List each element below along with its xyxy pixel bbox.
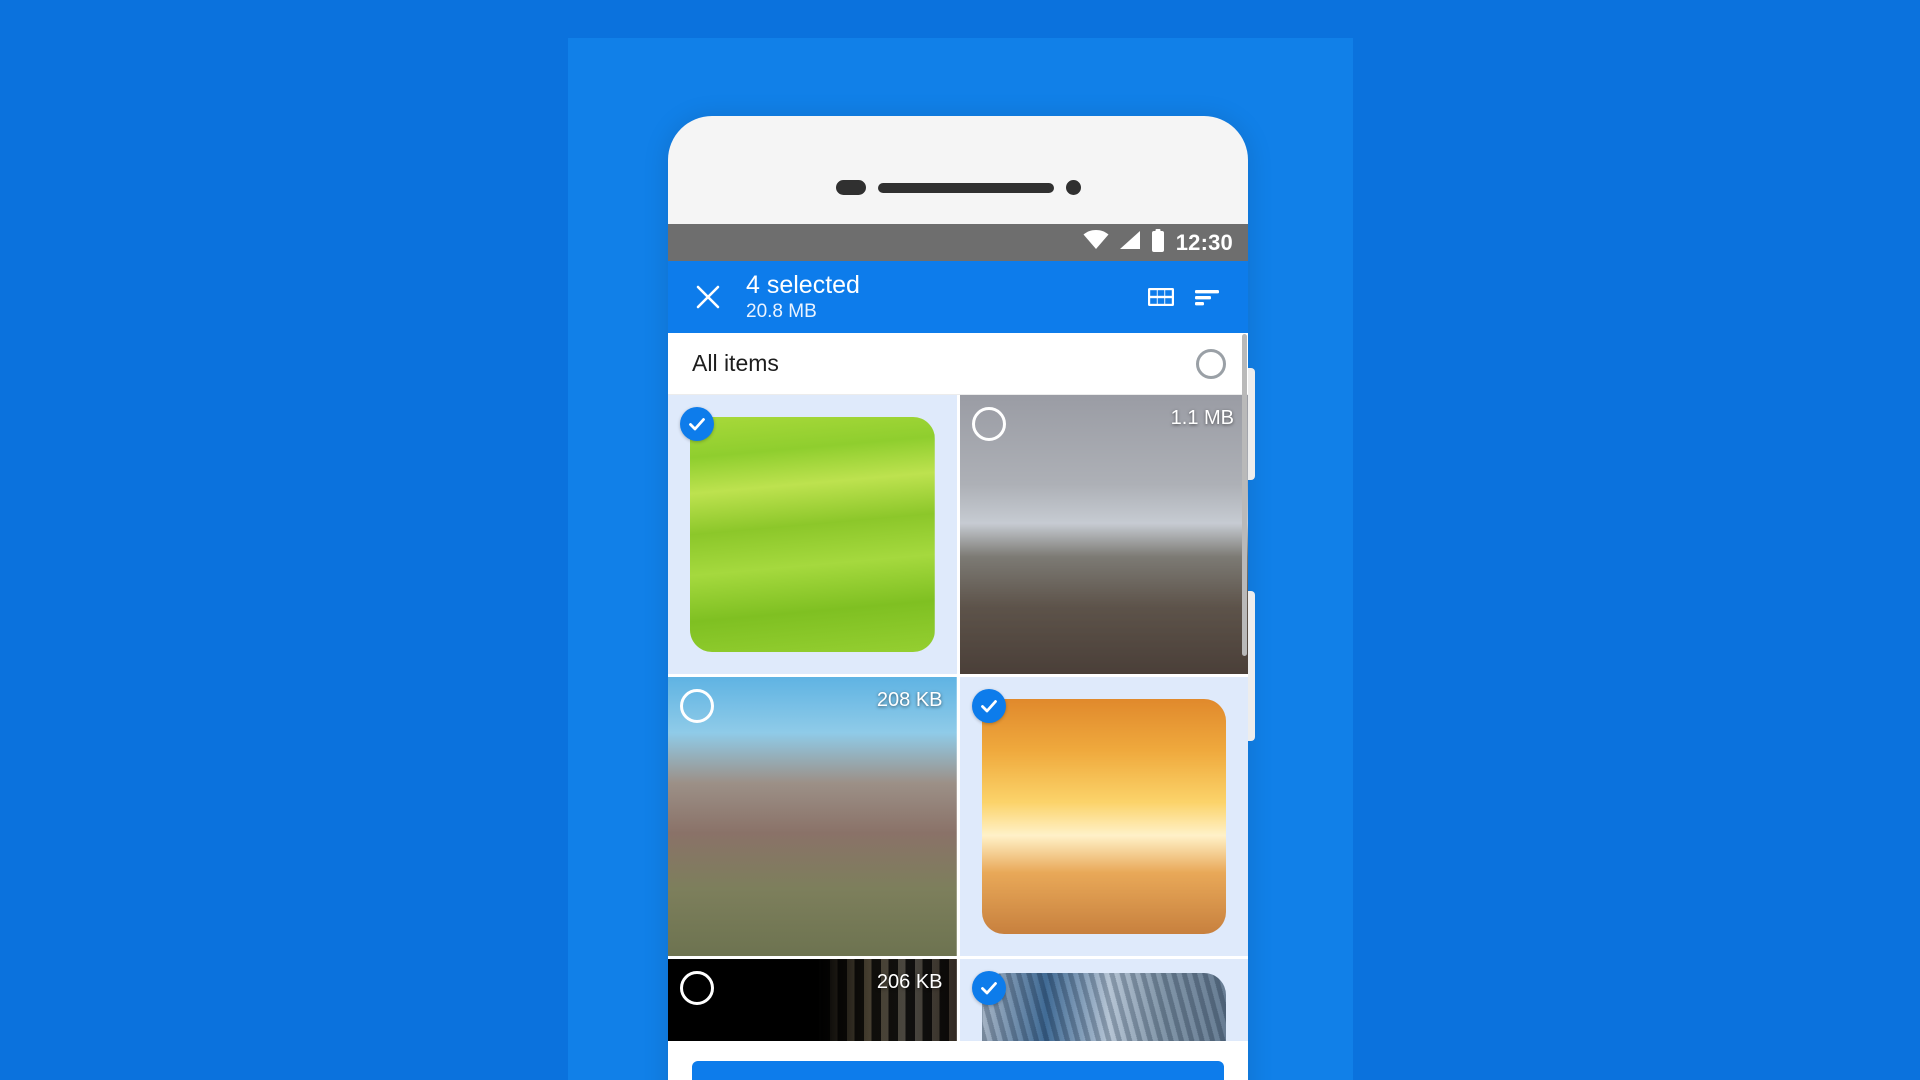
thumbnail-image <box>668 677 957 956</box>
speaker-pill-icon <box>835 180 866 195</box>
photo-tile-sunset-surfer[interactable] <box>959 677 1248 956</box>
thumbnail-image <box>981 699 1226 934</box>
selected-check-badge[interactable] <box>971 689 1006 723</box>
status-bar-clock: 12:30 <box>1175 229 1233 255</box>
select-all-checkbox[interactable] <box>1196 348 1226 379</box>
battery-full-icon <box>1151 228 1165 257</box>
unselected-circle-badge[interactable] <box>680 689 714 723</box>
unselected-circle-badge[interactable] <box>971 407 1006 441</box>
photo-tile-mountain-valley[interactable]: 208 KB <box>668 677 957 956</box>
photo-grid: 1.1 MB 208 KB 206 KB <box>668 395 1248 1041</box>
photo-tile-green-field[interactable] <box>668 395 957 674</box>
file-size-label: 1.1 MB <box>1170 407 1234 429</box>
thumbnail-image <box>690 417 935 652</box>
close-icon[interactable] <box>686 275 730 319</box>
selection-size-subtitle: 20.8 MB <box>746 301 817 322</box>
selected-check-badge[interactable] <box>680 407 714 441</box>
file-size-label: 208 KB <box>876 689 943 711</box>
phone-screen: 12:30 4 selected 20.8 MB All items 1.1 M… <box>668 224 1248 1080</box>
app-bar-text-block: 4 selected 20.8 MB <box>746 270 1138 324</box>
front-camera-dot-icon <box>1065 180 1081 195</box>
status-bar: 12:30 <box>668 224 1248 261</box>
bottom-action-bar[interactable] <box>692 1061 1224 1080</box>
photo-tile-striped-abstract[interactable]: 206 KB <box>668 959 957 1041</box>
phone-device-mockup: 12:30 4 selected 20.8 MB All items 1.1 M… <box>668 116 1255 1080</box>
file-size-label: 206 KB <box>876 971 943 993</box>
unselected-circle-badge[interactable] <box>680 971 714 1005</box>
selected-check-badge[interactable] <box>971 971 1006 1005</box>
vertical-scrollbar[interactable] <box>1242 334 1247 656</box>
thumbnail-image <box>959 395 1248 674</box>
all-items-header-row[interactable]: All items <box>668 333 1248 395</box>
selection-count-title: 4 selected <box>746 271 860 299</box>
bottom-bar-container <box>668 1041 1248 1080</box>
photo-tile-cliff-yoga[interactable]: 1.1 MB <box>959 395 1248 674</box>
photo-tile-skyscrapers[interactable] <box>959 959 1248 1041</box>
contextual-app-bar: 4 selected 20.8 MB <box>668 261 1248 333</box>
thumbnail-image <box>981 973 1226 1041</box>
sort-icon[interactable] <box>1184 274 1230 320</box>
earpiece-slot-icon <box>877 182 1054 193</box>
cell-signal-icon <box>1118 230 1142 255</box>
grid-view-icon[interactable] <box>1138 274 1184 320</box>
all-items-label: All items <box>692 350 779 376</box>
wifi-icon <box>1083 230 1109 255</box>
phone-top-hardware <box>668 180 1248 195</box>
